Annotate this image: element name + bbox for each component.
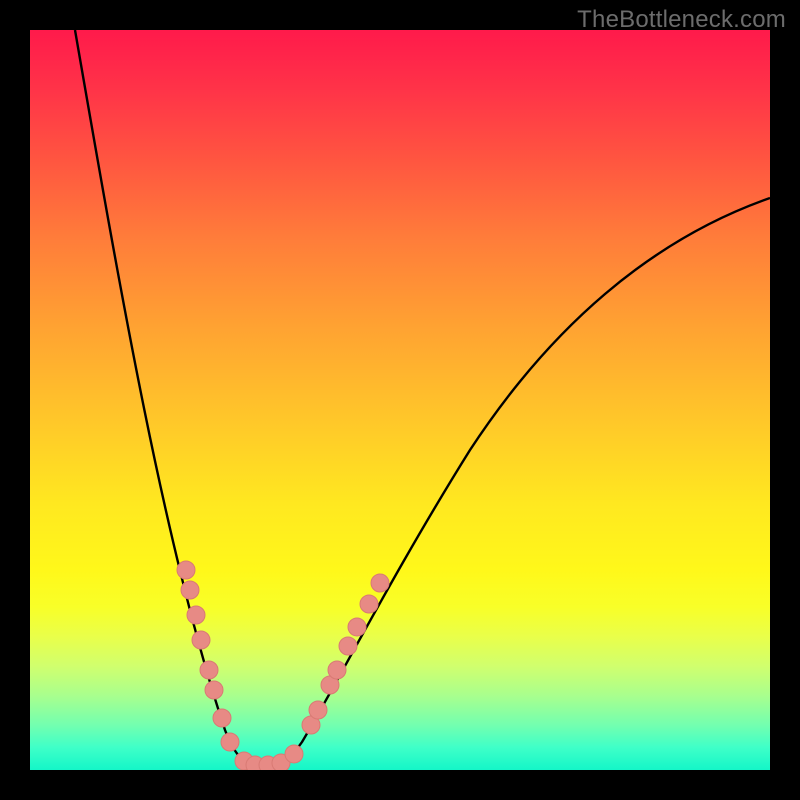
data-dot xyxy=(177,561,195,579)
data-dot xyxy=(192,631,210,649)
data-dot xyxy=(348,618,366,636)
data-dot xyxy=(181,581,199,599)
chart-svg xyxy=(30,30,770,770)
right-curve xyxy=(264,198,770,766)
chart-stage: TheBottleneck.com xyxy=(0,0,800,800)
data-dot xyxy=(205,681,223,699)
data-dot xyxy=(371,574,389,592)
data-dot xyxy=(200,661,218,679)
left-curve xyxy=(75,30,264,766)
data-dot xyxy=(285,745,303,763)
data-dot xyxy=(360,595,378,613)
data-dot xyxy=(213,709,231,727)
data-dot xyxy=(328,661,346,679)
data-dot xyxy=(339,637,357,655)
plot-area xyxy=(30,30,770,770)
data-dot xyxy=(221,733,239,751)
data-dot xyxy=(187,606,205,624)
data-dot xyxy=(309,701,327,719)
